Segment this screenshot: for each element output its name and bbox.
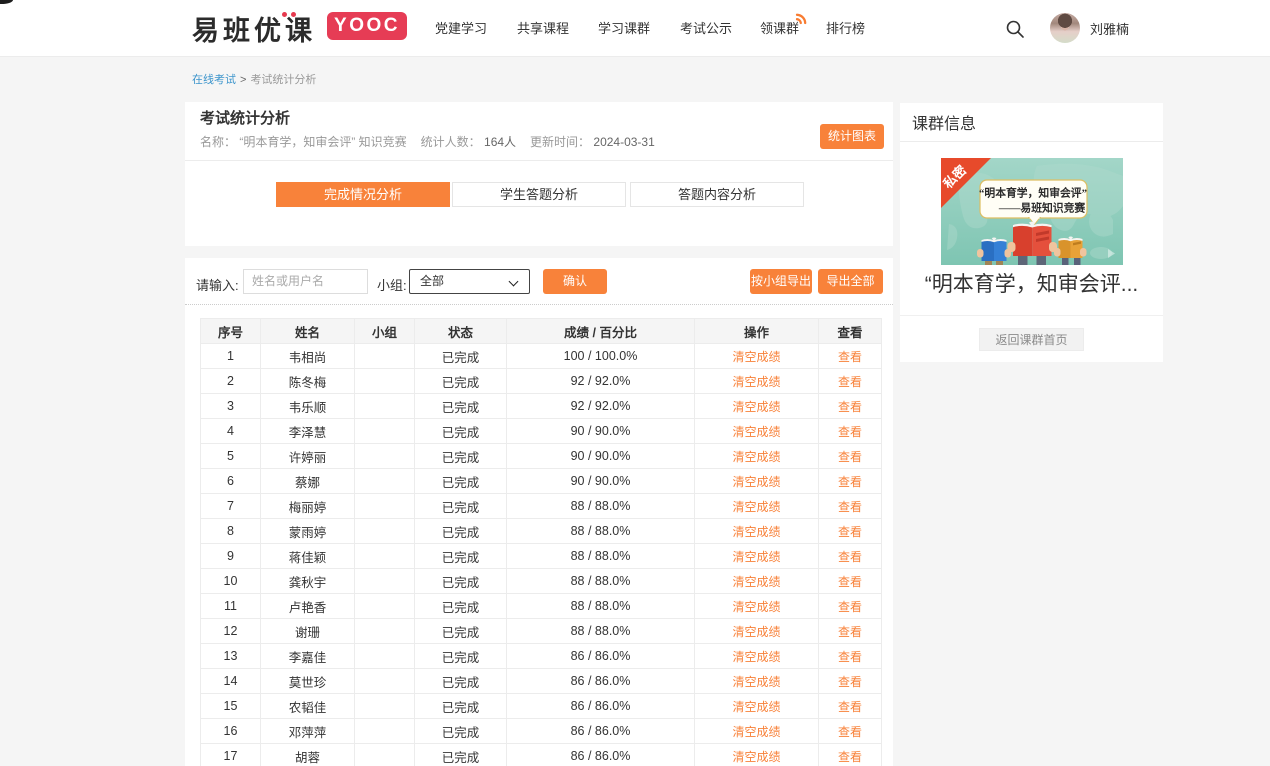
svg-text:“明本育学，知审会评”: “明本育学，知审会评” [979,186,1087,200]
svg-text:——易班知识竞赛: ——易班知识竞赛 [998,201,1086,215]
